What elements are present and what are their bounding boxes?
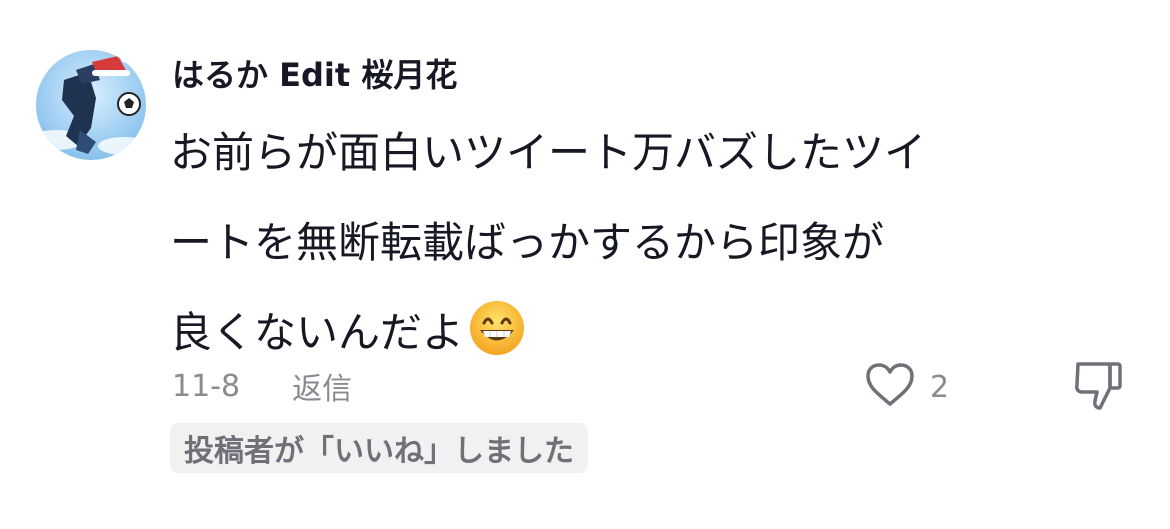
comment-line-text: 良くないんだよ <box>170 308 465 357</box>
heart-outline-icon <box>864 362 916 412</box>
comment-line: ートを無断転載ばっかするから印象が <box>170 218 885 267</box>
creator-liked-badge: 投稿者が「いいね」しました <box>170 423 588 473</box>
thumbs-down-outline-icon <box>1070 362 1126 416</box>
grinning-face-emoji-icon <box>468 298 526 356</box>
like-button[interactable]: 2 <box>864 362 949 412</box>
like-count: 2 <box>930 369 950 405</box>
dislike-button[interactable] <box>1070 358 1126 416</box>
comment-line: お前らが面白いツイート万バズしたツイ <box>170 128 927 177</box>
avatar[interactable] <box>36 50 146 160</box>
username[interactable]: はるか Edit 桜月花 <box>172 50 457 100</box>
reply-button[interactable]: 返信 <box>292 364 352 408</box>
comment-meta: 11-8 返信 <box>172 364 352 408</box>
comment-date: 11-8 <box>172 368 241 404</box>
comment-text: お前らが面白いツイート万バズしたツイ ートを無断転載ばっかするから印象が 良くな… <box>170 108 1070 378</box>
